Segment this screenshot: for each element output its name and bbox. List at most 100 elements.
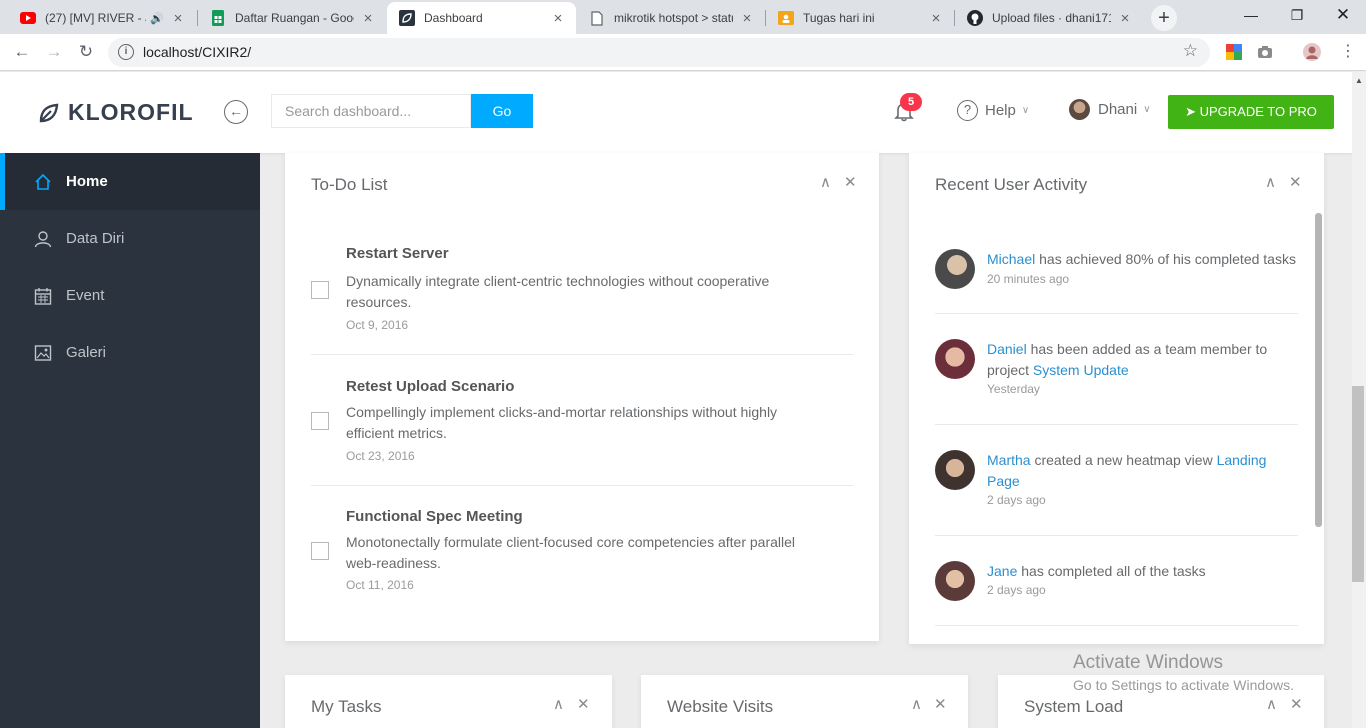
- todo-title: Restart Server: [346, 245, 449, 262]
- sidebar-item-data-diri[interactable]: Data Diri: [0, 210, 260, 267]
- list-item: Functional Spec Meeting Monotonectally f…: [311, 507, 853, 607]
- watermark-title: Activate Windows: [1073, 652, 1223, 673]
- restore-icon[interactable]: ❐: [1274, 0, 1320, 32]
- sidebar-item-label: Galeri: [66, 344, 107, 361]
- sidebar-item-label: Home: [66, 173, 108, 190]
- avatar: [935, 249, 975, 289]
- activity-item: Jane has completed all of the tasks 2 da…: [935, 561, 1298, 621]
- klorofil-icon: [399, 10, 415, 26]
- close-icon[interactable]: ✕: [1289, 173, 1302, 191]
- close-tab-icon[interactable]: ×: [928, 10, 944, 27]
- url-text: localhost/CIXIR2/: [143, 44, 252, 60]
- user-link[interactable]: Daniel: [987, 341, 1027, 357]
- leaf-icon: [39, 103, 59, 122]
- sidebar-toggle-icon[interactable]: ←: [224, 100, 248, 124]
- todo-panel: To-Do List ∧ ✕ Restart Server Dynamicall…: [285, 153, 879, 641]
- my-tasks-panel: My Tasks ∧ ✕: [285, 675, 612, 728]
- chevron-down-icon: ∨: [1143, 104, 1151, 115]
- panel-title: Recent User Activity: [935, 175, 1088, 194]
- browser-tab-mikrotik[interactable]: mikrotik hotspot > statu ×: [577, 2, 765, 34]
- close-icon[interactable]: ✕: [844, 173, 857, 191]
- site-info-icon[interactable]: i: [118, 44, 134, 60]
- todo-date: Oct 9, 2016: [346, 318, 409, 332]
- browser-tab-sheets[interactable]: Daftar Ruangan - Goog ×: [198, 2, 386, 34]
- github-icon: [967, 10, 983, 26]
- activity-text: Daniel has been added as a team member t…: [987, 341, 1268, 378]
- sidebar-item-label: Event: [66, 287, 105, 304]
- browser-tab-github[interactable]: Upload files · dhani171 ×: [955, 2, 1143, 34]
- extension-google-icon[interactable]: [1225, 43, 1243, 61]
- project-link[interactable]: System Update: [1033, 362, 1129, 378]
- activity-text: Michael has achieved 80% of his complete…: [987, 251, 1296, 267]
- chevron-up-icon[interactable]: ∧: [553, 695, 564, 713]
- todo-description: Monotonectally formulate client-focused …: [346, 534, 796, 571]
- browser-toolbar: ← → ↻ i localhost/CIXIR2/ ☆ ⋮: [0, 34, 1366, 71]
- tab-title: (27) [MV] RIVER - JI: [45, 11, 147, 25]
- user-link[interactable]: Jane: [987, 563, 1017, 579]
- website-visits-panel: Website Visits ∧ ✕: [641, 675, 968, 728]
- calendar-icon: [34, 287, 52, 305]
- browser-tab-youtube[interactable]: (27) [MV] RIVER - JI 🔊 ×: [8, 2, 196, 34]
- rocket-icon: ➤: [1185, 104, 1196, 119]
- close-icon[interactable]: ✕: [1290, 695, 1303, 713]
- chevron-up-icon[interactable]: ∧: [911, 695, 922, 713]
- reload-icon[interactable]: ↻: [74, 40, 98, 64]
- sidebar-item-event[interactable]: Event: [0, 267, 260, 324]
- help-menu[interactable]: ? Help ∨: [957, 100, 1029, 121]
- todo-checkbox[interactable]: [311, 281, 329, 299]
- search-input[interactable]: Search dashboard...: [271, 94, 471, 128]
- activity-time: 20 minutes ago: [987, 272, 1070, 286]
- sidebar-item-home[interactable]: Home: [0, 153, 260, 210]
- todo-title: Functional Spec Meeting: [346, 508, 523, 525]
- watermark-subtitle: Go to Settings to activate Windows.: [1073, 677, 1294, 693]
- tab-title: Dashboard: [424, 11, 483, 25]
- sidebar-item-galeri[interactable]: Galeri: [0, 324, 260, 381]
- user-link[interactable]: Martha: [987, 452, 1031, 468]
- browser-tab-classroom[interactable]: Tugas hari ini ×: [766, 2, 954, 34]
- chevron-up-icon[interactable]: ∧: [1266, 695, 1277, 713]
- minimize-icon[interactable]: —: [1228, 0, 1274, 32]
- back-icon[interactable]: ←: [10, 40, 34, 64]
- todo-checkbox[interactable]: [311, 412, 329, 430]
- avatar: [935, 561, 975, 601]
- browser-tab-dashboard[interactable]: Dashboard ×: [387, 2, 576, 34]
- camera-icon[interactable]: [1256, 43, 1274, 61]
- close-tab-icon[interactable]: ×: [170, 10, 186, 27]
- chevron-up-icon[interactable]: ∧: [1265, 173, 1276, 191]
- brand-logo[interactable]: KLOROFIL: [38, 99, 194, 126]
- list-item: Restart Server Dynamically integrate cli…: [311, 245, 853, 355]
- activity-text: Jane has completed all of the tasks: [987, 563, 1206, 579]
- speaker-icon[interactable]: 🔊: [150, 12, 164, 25]
- upgrade-label: UPGRADE TO PRO: [1199, 104, 1317, 119]
- window-close-icon[interactable]: ✕: [1320, 0, 1366, 32]
- profile-avatar-icon[interactable]: [1303, 43, 1321, 61]
- close-icon[interactable]: ✕: [934, 695, 947, 713]
- search-go-button[interactable]: Go: [471, 94, 533, 128]
- user-link[interactable]: Michael: [987, 251, 1035, 267]
- page-icon: [589, 10, 605, 26]
- chevron-up-icon[interactable]: ∧: [820, 173, 831, 191]
- upgrade-button[interactable]: ➤ UPGRADE TO PRO: [1168, 95, 1334, 129]
- divider: [935, 535, 1298, 536]
- close-tab-icon[interactable]: ×: [550, 10, 566, 27]
- close-tab-icon[interactable]: ×: [360, 10, 376, 27]
- activity-item: Martha created a new heatmap view Landin…: [935, 450, 1298, 520]
- forward-icon[interactable]: →: [42, 40, 66, 64]
- bookmark-star-icon[interactable]: ☆: [1183, 41, 1198, 61]
- divider: [935, 424, 1298, 425]
- new-tab-button[interactable]: +: [1151, 5, 1177, 31]
- todo-checkbox[interactable]: [311, 542, 329, 560]
- page-scrollbar-thumb[interactable]: [1352, 386, 1364, 582]
- user-menu[interactable]: Dhani ∨: [1069, 99, 1151, 120]
- home-icon: [35, 173, 51, 190]
- panel-title: My Tasks: [311, 697, 382, 716]
- scroll-up-arrow-icon[interactable]: ▲: [1352, 74, 1366, 88]
- browser-tab-strip: (27) [MV] RIVER - JI 🔊 × Daftar Ruangan …: [0, 0, 1366, 34]
- panel-scrollbar[interactable]: [1315, 213, 1322, 527]
- close-tab-icon[interactable]: ×: [1117, 10, 1133, 27]
- close-icon[interactable]: ✕: [577, 695, 590, 713]
- address-bar[interactable]: i localhost/CIXIR2/ ☆: [108, 38, 1210, 67]
- browser-menu-icon[interactable]: ⋮: [1336, 40, 1360, 64]
- close-tab-icon[interactable]: ×: [739, 10, 755, 27]
- avatar: [935, 450, 975, 490]
